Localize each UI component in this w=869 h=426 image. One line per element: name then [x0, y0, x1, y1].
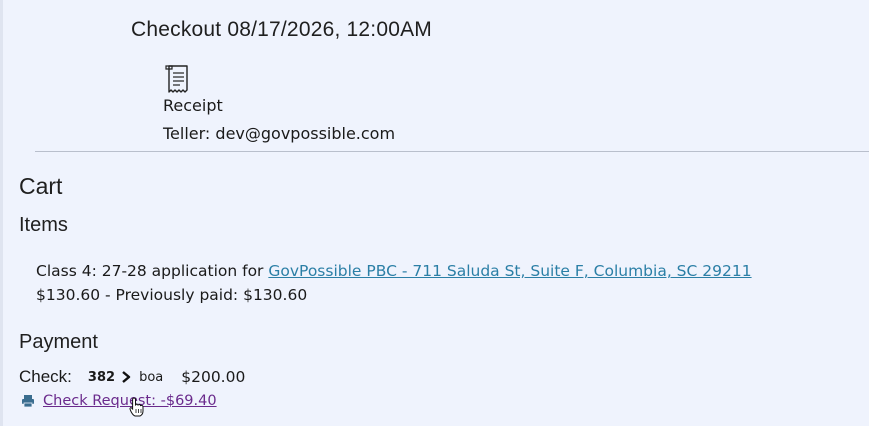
payment-heading: Payment [19, 331, 98, 353]
check-bank: boa [139, 369, 164, 385]
left-border [0, 0, 3, 426]
cart-heading: Cart [19, 173, 63, 199]
item-description-text: Class 4: 27-28 application for [36, 262, 269, 280]
receipt-icon[interactable] [164, 64, 192, 94]
hand-cursor-icon [129, 397, 144, 417]
check-label: Check: [19, 367, 72, 386]
printer-icon[interactable] [21, 394, 35, 408]
teller-info: Teller: dev@govpossible.com [163, 124, 396, 143]
cart-item-amount: $130.60 - Previously paid: $130.60 [36, 286, 308, 304]
cart-item-description: Class 4: 27-28 application for GovPossib… [36, 262, 752, 280]
check-payment-row: Check: 382 boa $200.00 [19, 367, 245, 387]
check-amount: $200.00 [181, 368, 246, 386]
chevron-right-icon [122, 371, 131, 383]
receipt-link[interactable]: Receipt [163, 96, 223, 115]
section-divider [35, 151, 869, 152]
checkout-title: Checkout 08/17/2026, 12:00AM [131, 18, 432, 41]
check-number: 382 [87, 369, 116, 385]
property-link[interactable]: GovPossible PBC - 711 Saluda St, Suite F… [268, 262, 751, 280]
check-request-row: Check Request: -$69.40 [21, 393, 217, 409]
items-heading: Items [19, 214, 68, 236]
